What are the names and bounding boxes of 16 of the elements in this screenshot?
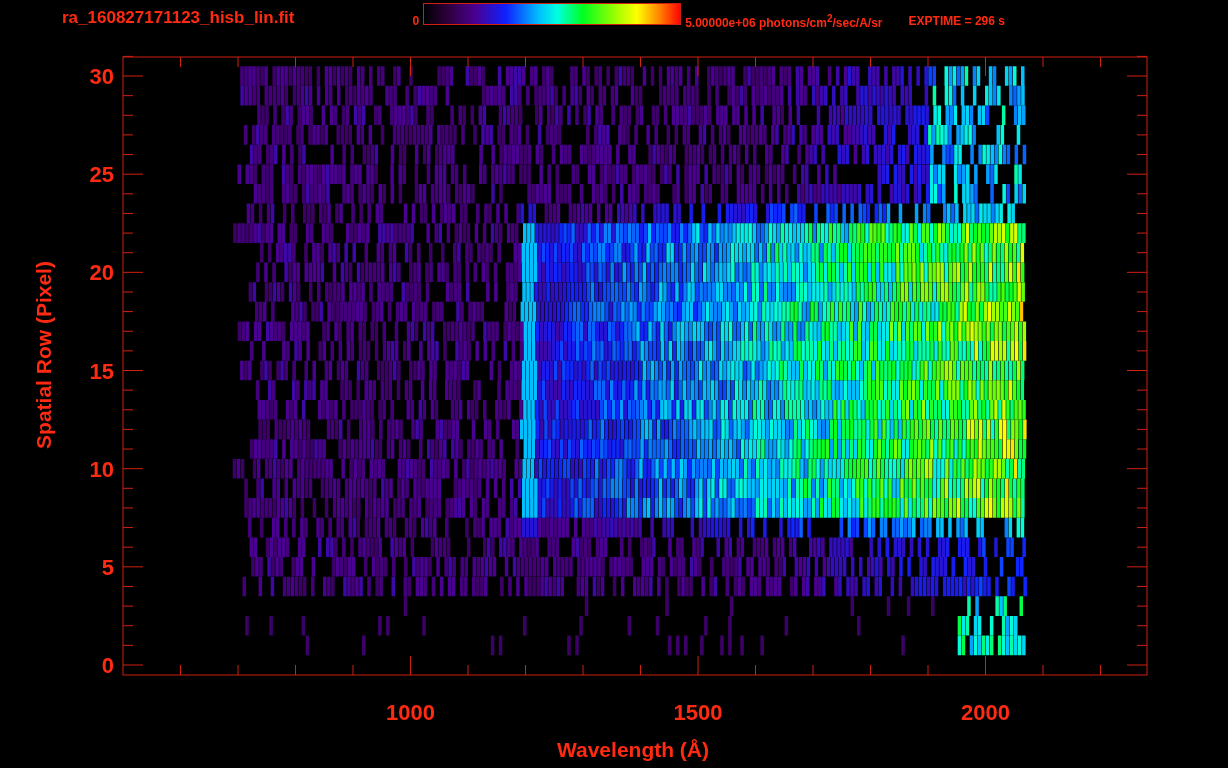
y-tick-label: 15 <box>89 358 114 384</box>
x-axis-label: Wavelength (Å) <box>556 738 710 761</box>
y-tick-label: 5 <box>101 554 114 580</box>
colorbar-min-label: 0 <box>412 14 420 28</box>
exposure-time: EXPTIME = 296 s <box>908 14 1005 28</box>
x-tick-label: 1000 <box>386 700 435 725</box>
file-title: ra_160827171123_hisb_lin.fit <box>62 8 295 28</box>
y-tick-label: 20 <box>89 260 114 286</box>
y-tick-label: 10 <box>89 456 114 482</box>
y-tick-label: 25 <box>89 162 114 188</box>
colorbar-max-label: 5.00000e+06 photons/cm$^{2}$/sec/A/sr <box>685 12 883 30</box>
y-axis-label: Spatial Row (Pixel) <box>32 261 55 449</box>
x-tick-label: 2000 <box>961 700 1010 725</box>
y-tick-label: 30 <box>89 64 114 89</box>
y-tick-label: 0 <box>101 653 114 678</box>
x-tick-label: 1500 <box>673 700 723 725</box>
